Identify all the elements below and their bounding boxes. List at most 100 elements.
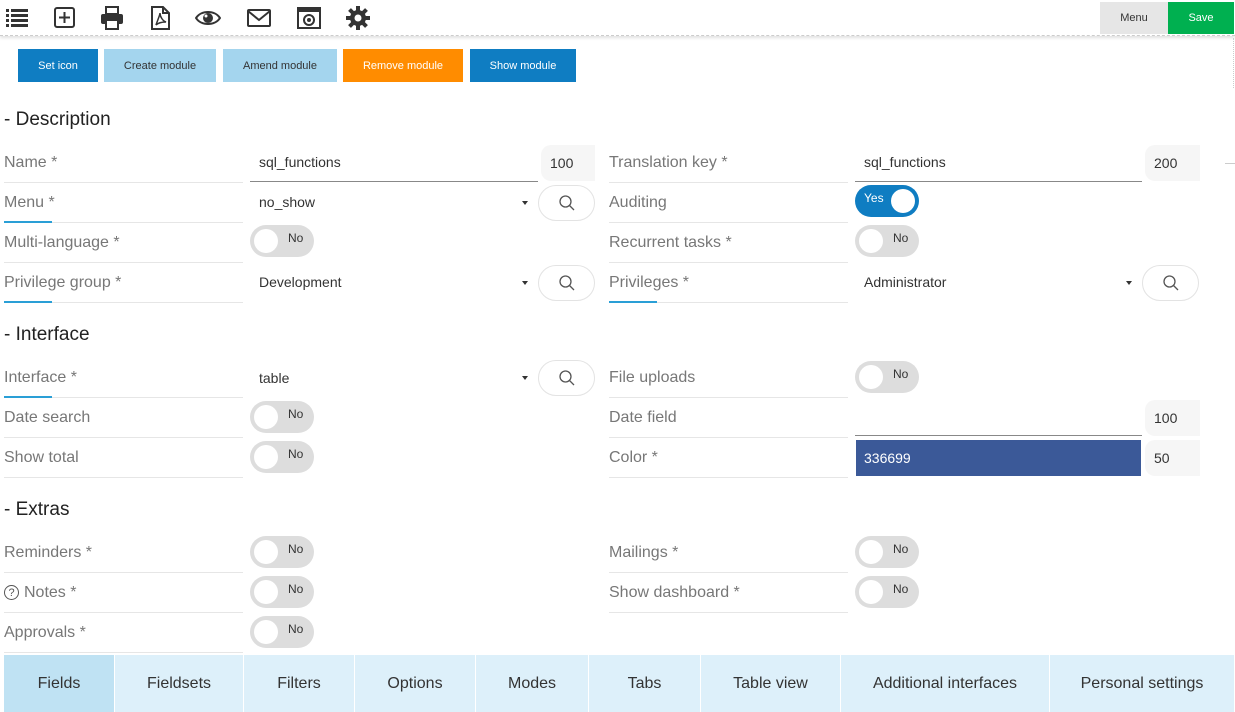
toggle-knob xyxy=(254,580,278,604)
tab-personal-settings[interactable]: Personal settings xyxy=(1050,655,1235,712)
toggle-state: No xyxy=(288,622,304,636)
toolbar: Menu Save xyxy=(0,0,1235,36)
screenshot-icon[interactable] xyxy=(295,4,323,32)
tab-bar: Fields Fieldsets Filters Options Modes T… xyxy=(4,655,1235,712)
tab-options[interactable]: Options xyxy=(355,655,476,712)
toggle-state: No xyxy=(893,367,909,381)
toggle-state: No xyxy=(288,582,304,596)
divider xyxy=(1233,38,1234,88)
toggle-knob xyxy=(859,229,883,253)
menu-button[interactable]: Menu xyxy=(1100,2,1168,34)
pdf-icon[interactable] xyxy=(146,4,174,32)
toggle-knob xyxy=(254,405,278,429)
settings-icon[interactable] xyxy=(344,4,372,32)
date-search-toggle[interactable]: No xyxy=(250,401,314,433)
notes-toggle[interactable]: No xyxy=(250,576,314,608)
file-uploads-toggle[interactable]: No xyxy=(855,361,919,393)
section-interface[interactable]: - Interface xyxy=(4,324,90,346)
toggle-knob xyxy=(254,540,278,564)
recurrent-tasks-toggle[interactable]: No xyxy=(855,225,919,257)
show-module-button[interactable]: Show module xyxy=(470,49,576,82)
auditing-toggle[interactable]: Yes xyxy=(855,185,919,217)
menu-select[interactable]: no_show xyxy=(250,182,532,222)
interface-search-button[interactable] xyxy=(538,360,595,396)
create-module-button[interactable]: Create module xyxy=(104,49,216,82)
print-icon[interactable] xyxy=(98,4,126,32)
name-size-input[interactable]: 100 xyxy=(541,145,595,181)
approvals-toggle[interactable]: No xyxy=(250,616,314,648)
section-extras[interactable]: - Extras xyxy=(4,499,69,521)
toggle-state: No xyxy=(288,542,304,556)
show-total-toggle[interactable]: No xyxy=(250,441,314,473)
privileges-search-button[interactable] xyxy=(1142,265,1199,301)
tab-filters[interactable]: Filters xyxy=(244,655,355,712)
color-input[interactable]: 336699 xyxy=(856,440,1141,476)
mail-icon[interactable] xyxy=(245,4,273,32)
toggle-knob xyxy=(859,540,883,564)
toggle-knob xyxy=(254,620,278,644)
chevron-down-icon xyxy=(522,281,528,285)
show-dashboard-toggle[interactable]: No xyxy=(855,576,919,608)
set-icon-button[interactable]: Set icon xyxy=(18,49,98,82)
chevron-down-icon xyxy=(1126,281,1132,285)
date-search-label: Date search xyxy=(4,398,243,438)
menu-search-button[interactable] xyxy=(538,185,595,221)
toggle-state: No xyxy=(893,231,909,245)
tab-tabs[interactable]: Tabs xyxy=(589,655,701,712)
translation-key-input[interactable]: sql_functions xyxy=(855,142,1142,182)
list-icon[interactable] xyxy=(3,4,31,32)
tab-modes[interactable]: Modes xyxy=(476,655,589,712)
name-input[interactable]: sql_functions xyxy=(250,142,538,182)
color-size-input[interactable]: 50 xyxy=(1145,440,1200,476)
search-icon xyxy=(558,275,574,291)
tab-fields[interactable]: Fields xyxy=(4,655,115,712)
toggle-knob xyxy=(254,445,278,469)
reminders-label: Reminders * xyxy=(4,533,243,573)
translation-key-size-input[interactable]: 200 xyxy=(1145,145,1200,181)
section-description[interactable]: - Description xyxy=(4,109,111,131)
privilege-group-search-button[interactable] xyxy=(538,265,595,301)
reminders-toggle[interactable]: No xyxy=(250,536,314,568)
divider xyxy=(1225,163,1235,164)
interface-label: Interface * xyxy=(4,358,243,398)
date-field-input[interactable] xyxy=(855,396,1142,436)
toggle-knob xyxy=(859,365,883,389)
toggle-state: No xyxy=(893,542,909,556)
color-label: Color * xyxy=(609,438,848,478)
privileges-label: Privileges * xyxy=(609,263,848,303)
multilanguage-toggle[interactable]: No xyxy=(250,225,314,257)
toggle-knob xyxy=(254,229,278,253)
toggle-state: No xyxy=(893,582,909,596)
toggle-state: Yes xyxy=(864,191,884,205)
multilanguage-label: Multi-language * xyxy=(4,223,243,263)
approvals-label: Approvals * xyxy=(4,613,243,653)
toggle-state: No xyxy=(288,231,304,245)
show-total-label: Show total xyxy=(4,438,243,478)
help-icon[interactable]: ? xyxy=(4,585,19,600)
privilege-group-select[interactable]: Development xyxy=(250,262,532,302)
save-button[interactable]: Save xyxy=(1168,2,1234,34)
tab-table-view[interactable]: Table view xyxy=(701,655,841,712)
privileges-select[interactable]: Administrator xyxy=(855,262,1137,302)
notes-label: ? Notes * xyxy=(4,573,243,613)
toggle-state: No xyxy=(288,447,304,461)
remove-module-button[interactable]: Remove module xyxy=(343,49,463,82)
tab-fieldsets[interactable]: Fieldsets xyxy=(115,655,244,712)
menu-label: Menu * xyxy=(4,183,243,223)
add-icon[interactable] xyxy=(51,4,79,32)
tab-additional-interfaces[interactable]: Additional interfaces xyxy=(841,655,1050,712)
interface-select[interactable]: table xyxy=(250,358,532,398)
amend-module-button[interactable]: Amend module xyxy=(223,49,337,82)
show-dashboard-label: Show dashboard * xyxy=(609,573,848,613)
translation-key-label: Translation key * xyxy=(609,143,848,183)
mailings-toggle[interactable]: No xyxy=(855,536,919,568)
mailings-label: Mailings * xyxy=(609,533,848,573)
date-field-size-input[interactable]: 100 xyxy=(1145,400,1200,436)
chevron-down-icon xyxy=(522,376,528,380)
file-uploads-label: File uploads xyxy=(609,358,848,398)
preview-icon[interactable] xyxy=(194,4,222,32)
toggle-state: No xyxy=(288,407,304,421)
search-icon xyxy=(1162,275,1178,291)
auditing-label: Auditing xyxy=(609,183,848,223)
search-icon xyxy=(558,195,574,211)
